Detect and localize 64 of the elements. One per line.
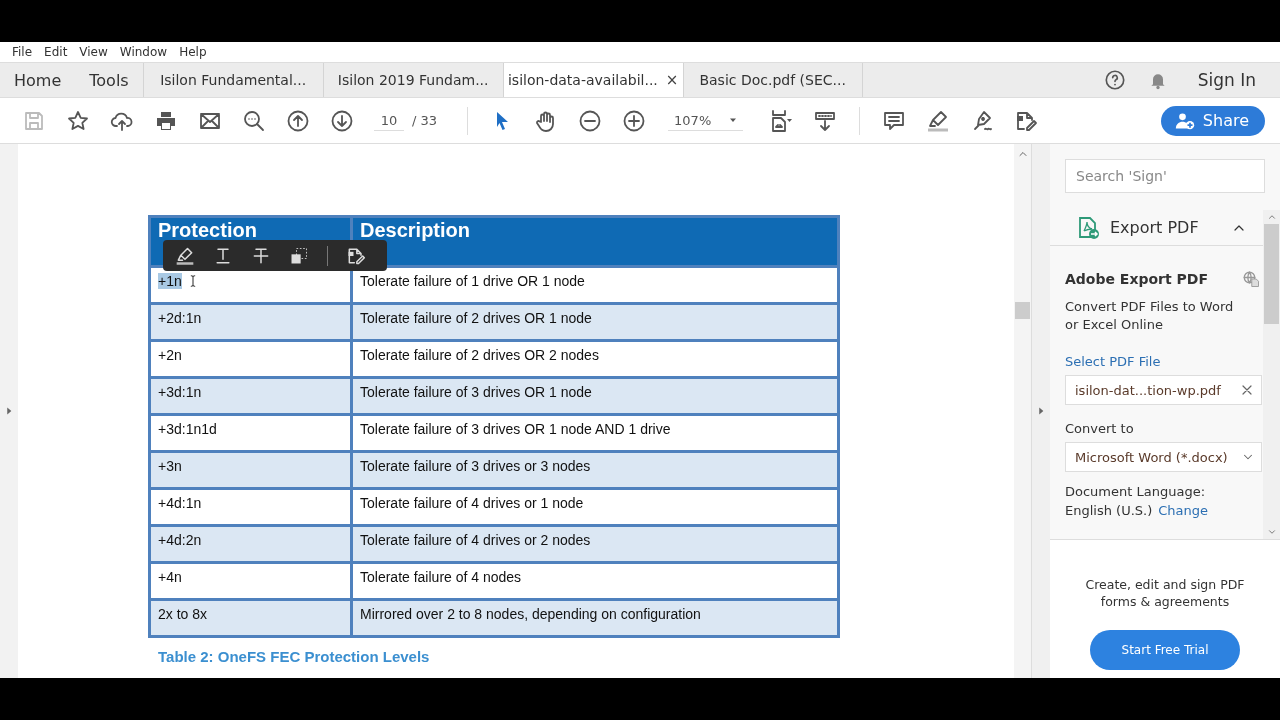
page-fit-icon[interactable]: [769, 108, 794, 133]
next-page-icon[interactable]: [330, 108, 354, 133]
file-field[interactable]: isilon-dat...tion-wp.pdf: [1065, 375, 1262, 405]
table-caption: Table 2: OneFS FEC Protection Levels: [158, 648, 431, 665]
page-count: / 33: [412, 113, 438, 128]
field-label: Document Language:: [1065, 484, 1207, 499]
table-cell: Tolerate failure of 2 drives OR 2 nodes: [353, 342, 837, 376]
sign-in-link[interactable]: Sign In: [1197, 70, 1256, 90]
bookmark-star-icon[interactable]: [66, 108, 90, 133]
previous-page-icon[interactable]: [286, 108, 310, 133]
table-cell: Tolerate failure of 4 nodes: [353, 564, 837, 598]
scrollbar-thumb[interactable]: [1015, 302, 1030, 319]
table-cell-text: 2x to 8x: [158, 606, 208, 622]
document-tab[interactable]: Basic Doc.pdf (SEC...: [682, 63, 863, 97]
table-cell-text: +3n: [158, 458, 182, 474]
table-cell-text: +1n: [158, 273, 182, 289]
panel-heading: Adobe Export PDF: [1065, 271, 1208, 287]
table-cell: Tolerate failure of 1 drive OR 1 node: [353, 268, 837, 302]
zoom-in-icon[interactable]: [622, 108, 647, 133]
column-header: Description: [353, 218, 837, 265]
table-cell: Tolerate failure of 3 drives OR 1 node: [353, 379, 837, 413]
table-cell: Tolerate failure of 2 drives OR 1 node: [353, 305, 837, 339]
menu-item[interactable]: File: [6, 45, 39, 59]
table-cell-text: +3d:1n: [158, 384, 202, 400]
language-value: English (U.S.): [1065, 503, 1153, 518]
menu-item[interactable]: Edit: [38, 45, 74, 59]
table-cell-text: +4n: [158, 569, 182, 585]
table-cell-text: +2d:1n: [158, 310, 202, 326]
document-tab[interactable]: isilon-data-availabil... ×: [502, 63, 683, 97]
share-button[interactable]: Share: [1160, 105, 1265, 136]
scrollbar[interactable]: [1014, 144, 1031, 678]
change-link[interactable]: Change: [1158, 503, 1209, 518]
select-file-link[interactable]: Select PDF File: [1065, 354, 1263, 369]
table-cell: Tolerate failure of 3 drives OR 1 node AND 1 drive: [353, 416, 837, 450]
scrollbar-thumb[interactable]: [1264, 224, 1279, 324]
help-icon[interactable]: [1103, 69, 1126, 91]
table-cell-text: +2n: [158, 347, 182, 363]
export-pdf-icon: [1076, 215, 1100, 240]
search-field[interactable]: Search 'Sign': [1065, 159, 1265, 193]
scrollbar[interactable]: [1263, 210, 1280, 539]
promo-text: Create, edit and sign PDF forms & agreements: [1084, 576, 1246, 610]
web-document-icon[interactable]: [1242, 270, 1260, 288]
area-select-icon[interactable]: [289, 245, 309, 266]
table-cell: Tolerate failure of 4 drives or 2 nodes: [353, 527, 837, 561]
start-trial-button[interactable]: Start Free Trial: [1090, 630, 1240, 670]
table-cell-text: +4d:1n: [158, 495, 202, 511]
table-cell-text: +4d:2n: [158, 532, 202, 548]
search-icon[interactable]: [242, 108, 266, 133]
description-text: Convert PDF Files to Word or Excel Online: [1065, 298, 1235, 334]
table-cell: Tolerate failure of 3 drives or 3 nodes: [353, 453, 837, 487]
field-label: Convert to: [1065, 421, 1135, 436]
table-cell: Tolerate failure of 4 drives or 1 node: [353, 490, 837, 524]
menu-item[interactable]: Help: [173, 45, 213, 59]
zoom-out-icon[interactable]: [578, 108, 603, 133]
highlighter-icon[interactable]: [926, 108, 951, 133]
menu-item[interactable]: Window: [113, 45, 174, 59]
table-cell: Mirrored over 2 to 8 nodes, depending on configuration: [353, 601, 837, 635]
table-cell-text: +3d:1n1d: [158, 421, 217, 437]
menu-item[interactable]: View: [73, 45, 114, 59]
section-header[interactable]: Export PDF: [1050, 210, 1263, 246]
highlighter-icon[interactable]: [175, 245, 195, 266]
tab-close-button[interactable]: ×: [665, 71, 679, 89]
format-dropdown[interactable]: Microsoft Word (*.docx): [1065, 442, 1262, 472]
zoom-dropdown[interactable]: 107%: [668, 110, 744, 131]
